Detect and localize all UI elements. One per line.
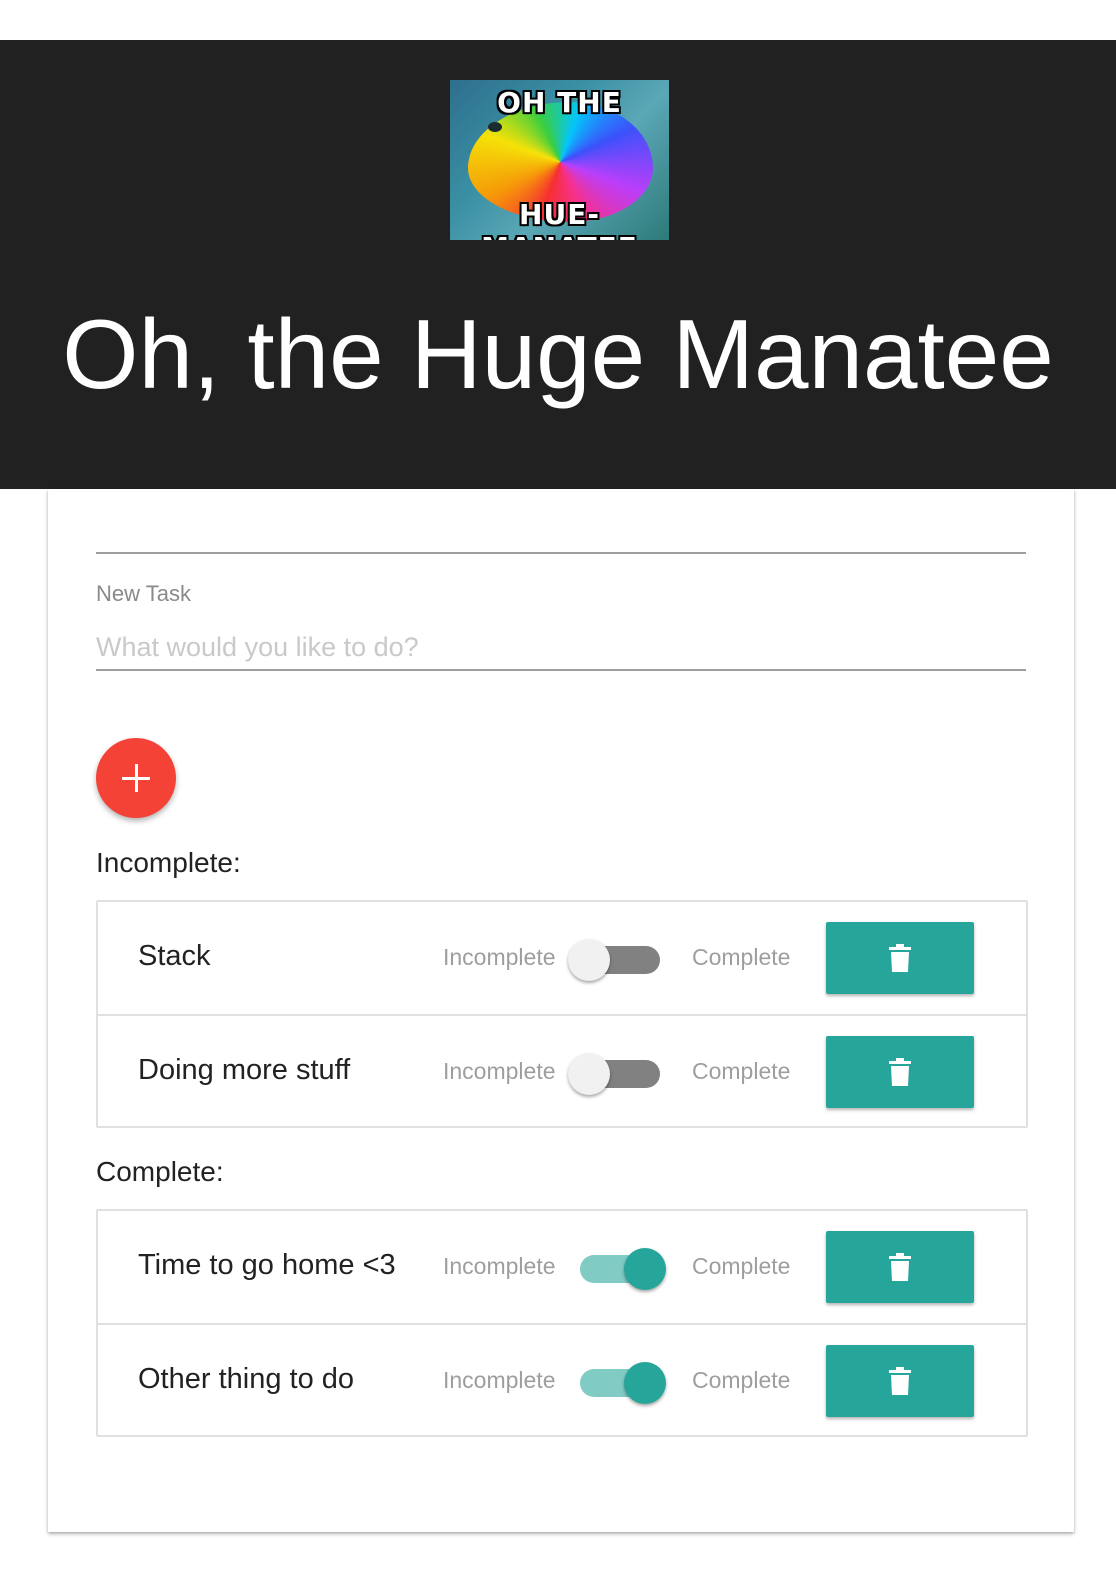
logo-top-text: OH THE xyxy=(497,86,622,119)
page-title: Oh, the Huge Manatee xyxy=(62,299,1054,409)
complete-label: Complete xyxy=(692,1058,791,1084)
manatee-eye xyxy=(488,122,502,132)
complete-label: Complete xyxy=(692,1367,791,1393)
complete-heading: Complete: xyxy=(96,1156,224,1187)
incomplete-heading: Incomplete: xyxy=(96,847,241,878)
new-task-label: New Task xyxy=(96,581,191,606)
add-task-button[interactable] xyxy=(96,738,176,818)
complete-list: Time to go home <3 Incomplete Complete O… xyxy=(96,1209,1028,1437)
incomplete-label: Incomplete xyxy=(443,1058,556,1084)
incomplete-label: Incomplete xyxy=(443,944,556,970)
delete-task-button[interactable] xyxy=(826,1231,974,1303)
complete-label: Complete xyxy=(692,1253,791,1279)
trash-icon xyxy=(889,1058,911,1086)
task-name: Time to go home <3 xyxy=(138,1249,396,1281)
divider xyxy=(96,552,1026,554)
task-row: Other thing to do Incomplete Complete xyxy=(98,1323,1026,1435)
trash-icon xyxy=(889,944,911,972)
task-name: Doing more stuff xyxy=(138,1054,351,1086)
task-name: Other thing to do xyxy=(138,1363,355,1395)
task-row: Stack Incomplete Complete xyxy=(98,902,1026,1014)
incomplete-label: Incomplete xyxy=(443,1253,556,1279)
todo-card: New Task Incomplete: Stack Incomplete Co… xyxy=(48,489,1074,1532)
complete-toggle[interactable] xyxy=(568,1053,664,1095)
delete-task-button[interactable] xyxy=(826,1036,974,1108)
incomplete-list: Stack Incomplete Complete Doing more stu… xyxy=(96,900,1028,1128)
complete-toggle[interactable] xyxy=(568,1362,666,1404)
delete-task-button[interactable] xyxy=(826,1345,974,1417)
complete-toggle[interactable] xyxy=(568,1248,666,1290)
incomplete-label: Incomplete xyxy=(443,1367,556,1393)
delete-task-button[interactable] xyxy=(826,922,974,994)
task-row: Time to go home <3 Incomplete Complete xyxy=(98,1211,1026,1323)
trash-icon xyxy=(889,1253,911,1281)
task-row: Doing more stuff Incomplete Complete xyxy=(98,1014,1026,1126)
header: OH THE HUE-MANATEE Oh, the Huge Manatee xyxy=(0,40,1116,489)
new-task-input[interactable] xyxy=(96,625,1026,671)
trash-icon xyxy=(889,1367,911,1395)
logo-bottom-text: HUE-MANATEE xyxy=(481,198,637,240)
task-name: Stack xyxy=(138,940,211,972)
complete-label: Complete xyxy=(692,944,791,970)
complete-toggle[interactable] xyxy=(568,939,664,981)
hue-manatee-logo: OH THE HUE-MANATEE xyxy=(450,80,669,240)
